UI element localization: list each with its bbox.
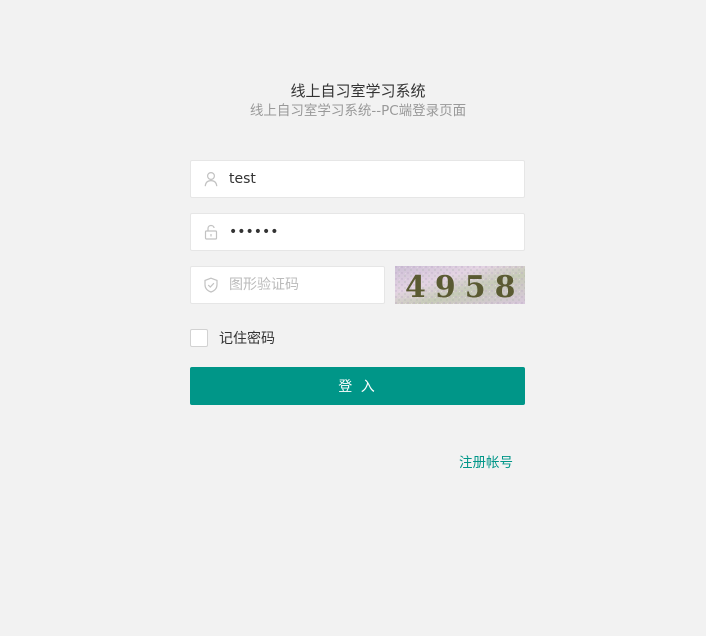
remember-label: 记住密码 bbox=[219, 331, 275, 347]
username-input[interactable] bbox=[229, 161, 509, 197]
register-link[interactable]: 注册帐号 bbox=[459, 451, 513, 471]
captcha-image-text: 4958 bbox=[405, 270, 525, 304]
login-header: 线上自习室学习系统 线上自习室学习系统--PC端登录页面 bbox=[0, 80, 706, 120]
lock-icon bbox=[203, 224, 219, 240]
shield-icon bbox=[203, 277, 219, 293]
captcha-input[interactable] bbox=[229, 267, 369, 303]
page-title: 线上自习室学习系统 bbox=[290, 82, 426, 100]
login-button[interactable]: 登 入 bbox=[190, 367, 525, 405]
remember-checkbox[interactable] bbox=[190, 329, 208, 347]
login-page: 线上自习室学习系统 线上自习室学习系统--PC端登录页面 test 图形验证码 … bbox=[0, 0, 706, 636]
remember-password-toggle[interactable]: 记住密码 bbox=[190, 328, 275, 348]
captcha-field[interactable] bbox=[190, 266, 385, 304]
password-field[interactable] bbox=[190, 213, 525, 251]
username-field[interactable] bbox=[190, 160, 525, 198]
captcha-image[interactable]: 4958 bbox=[395, 266, 525, 305]
user-icon bbox=[203, 171, 219, 187]
password-input[interactable] bbox=[229, 214, 509, 250]
page-subtitle: 线上自习室学习系统--PC端登录页面 bbox=[249, 103, 467, 119]
